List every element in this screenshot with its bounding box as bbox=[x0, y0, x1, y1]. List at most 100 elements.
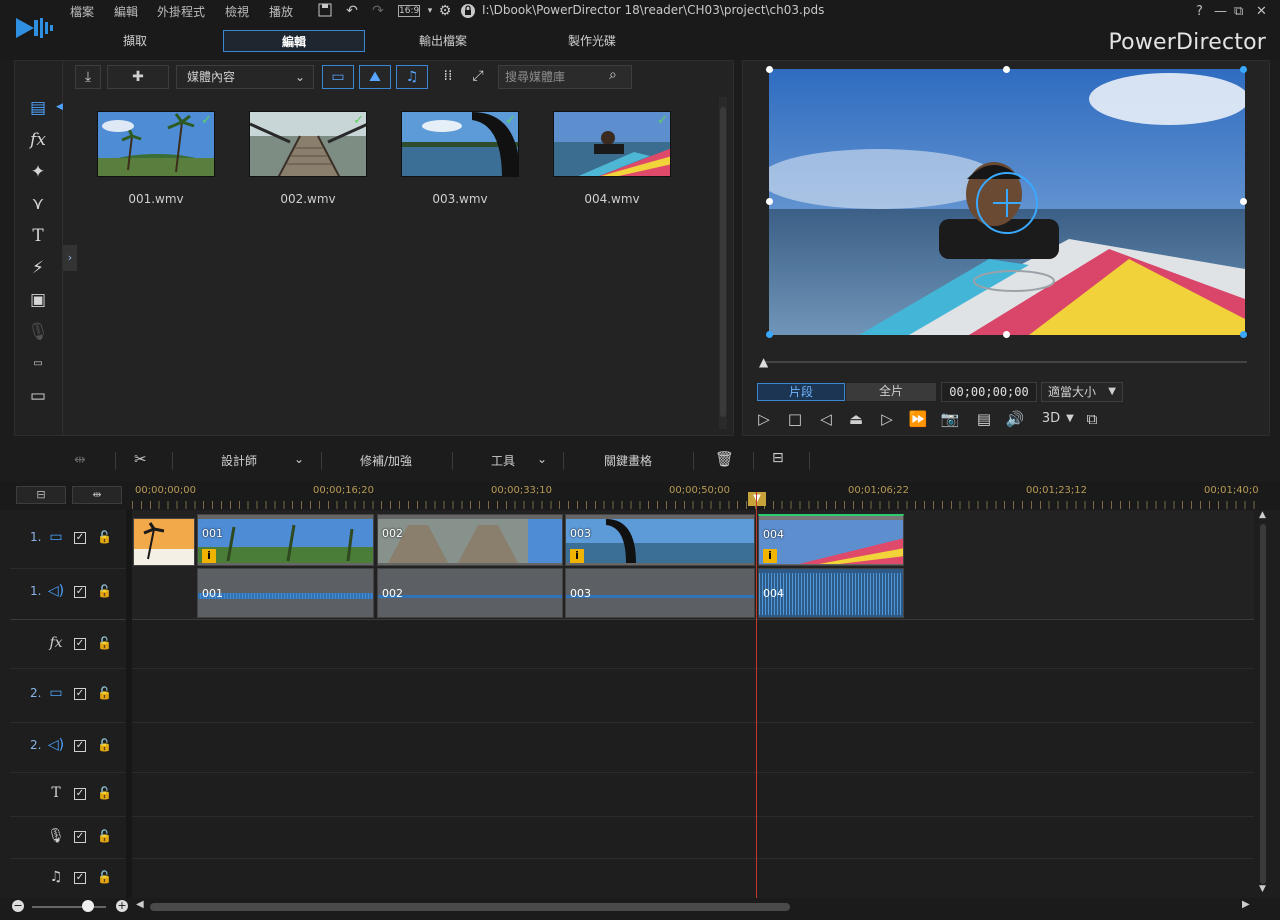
lock-icon[interactable]: 🔓 bbox=[97, 686, 112, 702]
scroll-left-icon[interactable]: ◀ bbox=[136, 899, 144, 910]
resize-handle[interactable] bbox=[766, 331, 773, 338]
subtitle-room-icon[interactable]: ▭ bbox=[27, 385, 49, 407]
audio-clip-002[interactable]: 002 bbox=[377, 568, 563, 618]
seek-slider-handle[interactable]: ▲ bbox=[759, 355, 768, 369]
audio-clip-004[interactable]: 004 bbox=[758, 568, 904, 618]
zoom-fit-dropdown[interactable]: 適當大小 ▼ bbox=[1041, 382, 1123, 402]
track-enable-checkbox[interactable]: ✓ bbox=[74, 532, 86, 544]
tab-edit[interactable]: 編輯 bbox=[223, 30, 365, 52]
info-badge-icon[interactable]: i bbox=[570, 549, 584, 563]
track-enable-checkbox[interactable]: ✓ bbox=[74, 740, 86, 752]
fit-timeline-icon[interactable]: ⇹ bbox=[72, 486, 122, 504]
previous-frame-icon[interactable]: ◁ bbox=[815, 409, 837, 429]
scroll-down-icon[interactable]: ▼ bbox=[1259, 884, 1266, 894]
lock-icon[interactable]: 🔓 bbox=[97, 584, 112, 600]
view-grid-icon[interactable]: ⁞⁞ bbox=[437, 65, 459, 89]
filter-video-icon[interactable]: ▭ bbox=[322, 65, 354, 89]
media-item-001[interactable]: ✓ bbox=[97, 111, 215, 177]
resize-handle[interactable] bbox=[1003, 331, 1010, 338]
help-button[interactable]: ? bbox=[1196, 4, 1203, 19]
particle-room-icon[interactable]: ⋎ bbox=[27, 193, 49, 215]
fast-forward-icon[interactable]: ⏩ bbox=[907, 409, 929, 429]
timecode-display[interactable]: 00;00;00;00 bbox=[941, 382, 1037, 402]
close-button[interactable]: ✕ bbox=[1256, 4, 1267, 19]
media-room-icon[interactable]: ▤ bbox=[27, 97, 49, 119]
preview-screen[interactable] bbox=[769, 69, 1245, 335]
play-icon[interactable]: ▷ bbox=[753, 409, 775, 429]
stop-icon[interactable]: □ bbox=[784, 409, 806, 429]
minimize-button[interactable]: — bbox=[1214, 4, 1227, 19]
search-icon[interactable]: ⌕ bbox=[609, 67, 617, 83]
split-scissors-icon[interactable]: ✂ bbox=[134, 450, 147, 468]
info-badge-icon[interactable]: i bbox=[202, 549, 216, 563]
resize-handle[interactable] bbox=[1003, 66, 1010, 73]
more-features-icon[interactable]: ⊟ bbox=[772, 450, 784, 466]
scroll-right-icon[interactable]: ▶ bbox=[1242, 899, 1250, 910]
video-clip-001[interactable]: 001 i bbox=[197, 514, 374, 566]
media-item-004[interactable]: ✓ bbox=[553, 111, 671, 177]
track-enable-checkbox[interactable]: ✓ bbox=[74, 586, 86, 598]
undock-preview-icon[interactable]: ⧉ bbox=[1081, 409, 1103, 429]
chapter-room-icon[interactable]: ▭ bbox=[27, 353, 49, 375]
lock-icon[interactable]: 🔓 bbox=[97, 829, 112, 845]
delete-trash-icon[interactable]: 🗑 bbox=[715, 450, 734, 468]
voice-over-icon[interactable]: 🎙 bbox=[27, 321, 49, 343]
resize-handle[interactable] bbox=[766, 198, 773, 205]
save-icon[interactable] bbox=[316, 3, 334, 19]
lock-icon[interactable]: 🔓 bbox=[97, 530, 112, 546]
split-track-icon[interactable]: ⇹ bbox=[74, 452, 86, 468]
title-room-icon[interactable]: T bbox=[27, 225, 49, 247]
cloud-upload-icon[interactable] bbox=[459, 3, 477, 19]
video-clip-003[interactable]: 003 i bbox=[565, 514, 755, 566]
resize-handle[interactable] bbox=[1240, 198, 1247, 205]
volume-icon[interactable]: 🔊 bbox=[1004, 409, 1026, 429]
settings-gear-icon[interactable]: ⚙ bbox=[436, 3, 454, 19]
zoom-in-icon[interactable]: + bbox=[116, 900, 128, 912]
timeline-ruler[interactable]: ⊟ ⇹ 00;00;00;00 00;00;16;20 00;00;33;10 … bbox=[0, 482, 1280, 510]
menu-view[interactable]: 檢視 bbox=[225, 3, 249, 20]
track-enable-checkbox[interactable]: ✓ bbox=[74, 688, 86, 700]
tab-capture[interactable]: 擷取 bbox=[64, 30, 206, 52]
timeline-scroll-thumb[interactable] bbox=[1260, 524, 1266, 884]
zoom-slider-handle[interactable] bbox=[82, 900, 94, 912]
resize-handle[interactable] bbox=[766, 66, 773, 73]
menu-playback[interactable]: 播放 bbox=[269, 3, 293, 20]
media-item-002[interactable]: ✓ bbox=[249, 111, 367, 177]
tab-movie-mode[interactable]: 全片 bbox=[846, 383, 936, 401]
video-clip-004[interactable]: 004 i bbox=[758, 514, 904, 566]
track-enable-checkbox[interactable]: ✓ bbox=[74, 872, 86, 884]
track-manager-icon[interactable]: ⊟ bbox=[16, 486, 66, 504]
lock-icon[interactable]: 🔓 bbox=[97, 786, 112, 802]
stereo-3d-caret-icon[interactable]: ▼ bbox=[1059, 409, 1081, 429]
lock-icon[interactable]: 🔓 bbox=[97, 636, 112, 652]
fullscreen-library-icon[interactable]: ⤢ bbox=[467, 65, 489, 89]
audio-clip-001[interactable]: 001 bbox=[197, 568, 374, 618]
designer-menu[interactable]: 設計師 bbox=[221, 452, 257, 469]
track-enable-checkbox[interactable]: ✓ bbox=[74, 788, 86, 800]
track-enable-checkbox[interactable]: ✓ bbox=[74, 638, 86, 650]
tab-clip-mode[interactable]: 片段 bbox=[757, 383, 845, 401]
captions-icon[interactable]: ▤ bbox=[973, 409, 995, 429]
redo-icon[interactable]: ↷ bbox=[369, 3, 387, 19]
filter-audio-icon[interactable]: ♫ bbox=[396, 65, 428, 89]
tools-menu[interactable]: 工具 bbox=[491, 452, 515, 469]
fx-room-icon[interactable]: fx bbox=[27, 129, 49, 151]
resize-handle[interactable] bbox=[1240, 331, 1247, 338]
aspect-ratio-icon[interactable]: 16:9 bbox=[398, 5, 420, 17]
menu-file[interactable]: 檔案 bbox=[70, 3, 94, 20]
timeline-horizontal-scroll-thumb[interactable] bbox=[150, 903, 790, 911]
zoom-out-icon[interactable]: − bbox=[12, 900, 24, 912]
undo-icon[interactable]: ↶ bbox=[343, 3, 361, 19]
plugins-icon[interactable]: ✚ bbox=[107, 65, 169, 89]
lock-icon[interactable]: 🔓 bbox=[97, 738, 112, 754]
resize-handle[interactable] bbox=[1240, 66, 1247, 73]
filter-image-icon[interactable]: ⛰ bbox=[359, 65, 391, 89]
next-frame-icon[interactable]: ▷ bbox=[876, 409, 898, 429]
video-clip-002[interactable]: 002 bbox=[377, 514, 563, 566]
restore-button[interactable]: ⧉ bbox=[1234, 4, 1243, 19]
lock-icon[interactable]: 🔓 bbox=[97, 870, 112, 886]
image-clip[interactable] bbox=[133, 518, 195, 566]
library-scrollbar[interactable] bbox=[719, 97, 727, 429]
keyframe-button[interactable]: 關鍵畫格 bbox=[604, 452, 652, 469]
library-scroll-thumb[interactable] bbox=[720, 107, 726, 417]
